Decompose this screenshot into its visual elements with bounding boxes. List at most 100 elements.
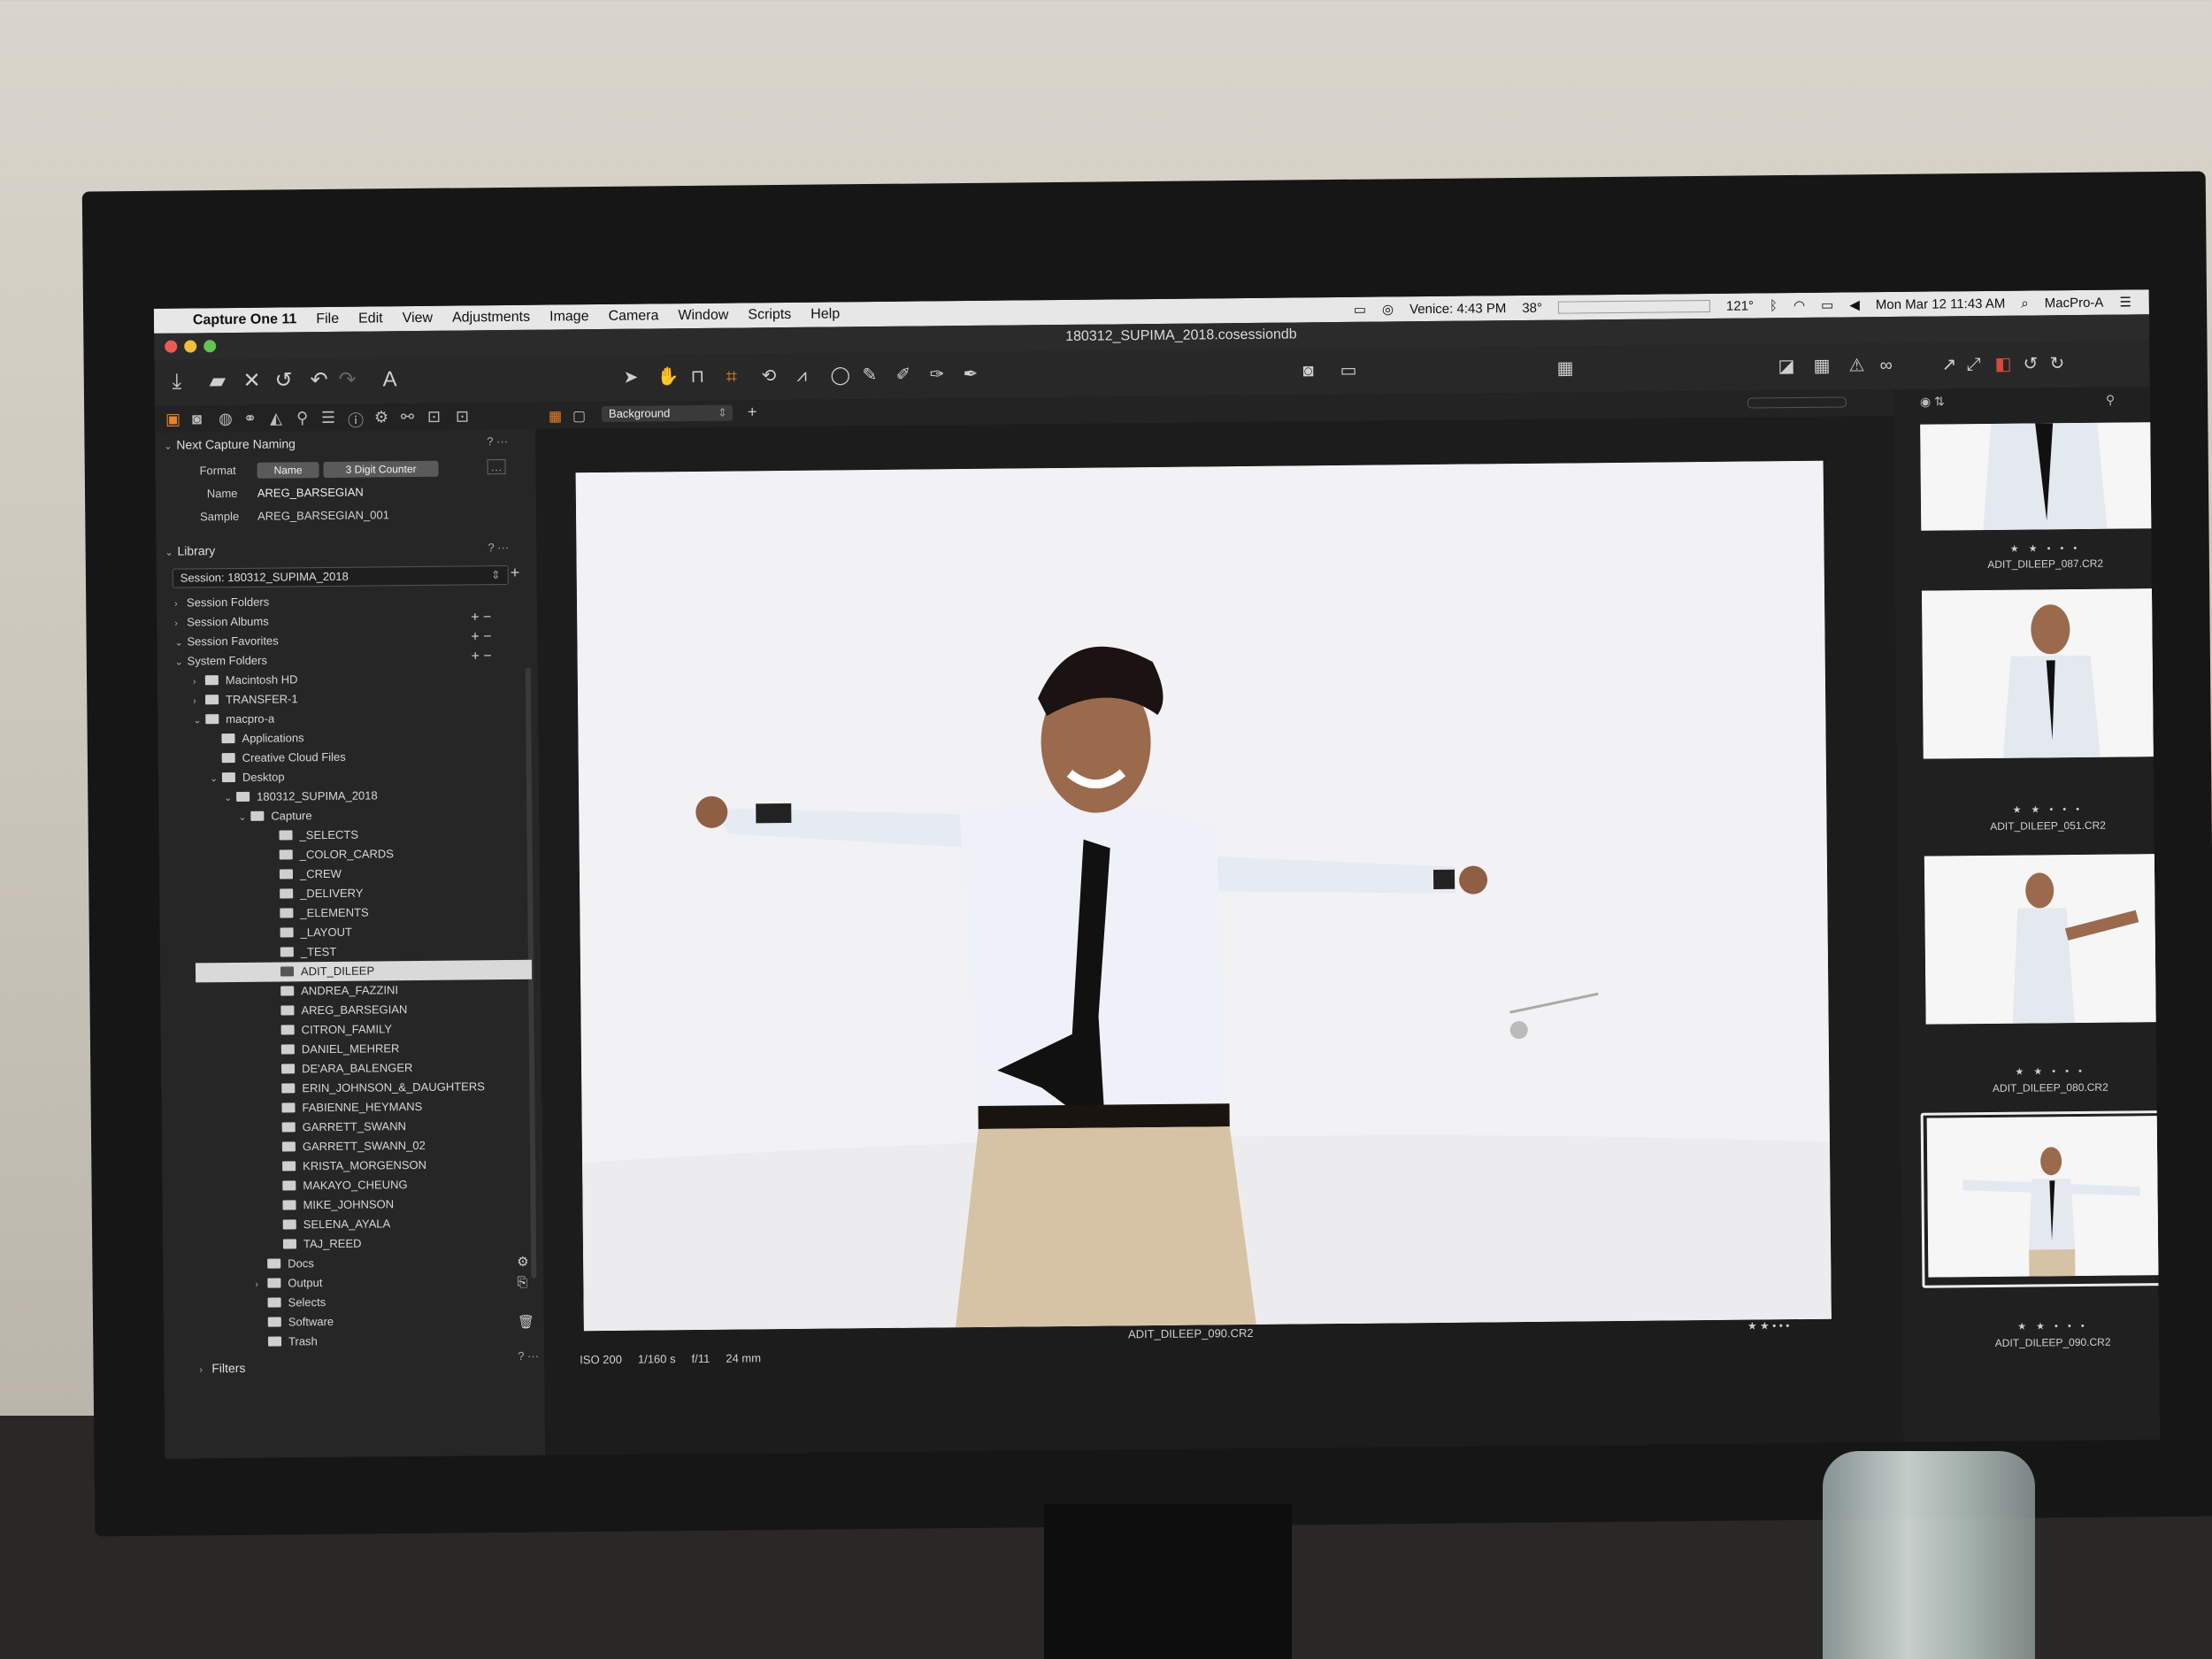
format-edit-button[interactable]: … [487,459,506,475]
annotate-tool-icon[interactable]: ✒ [963,363,978,386]
main-photo[interactable] [575,460,1832,1332]
airplay-icon[interactable]: ▭ [1821,297,1833,313]
menu-image[interactable]: Image [549,309,589,325]
capture-naming-header[interactable]: ⌄ Next Capture Naming [164,436,296,451]
tree-capture-folder[interactable]: GARRETT_SWANN_02 [281,1136,426,1157]
browser-visibility-icon[interactable]: ◉ ⇅ [1920,394,1945,409]
add-session-icon[interactable]: + [511,564,520,582]
creative-cloud-icon[interactable]: ◎ [1382,301,1394,317]
batch-tab-icon[interactable]: ⚯ [401,408,414,426]
select-tool-icon[interactable]: ➤ [623,366,638,389]
tree-capture-folder[interactable]: SELENA_AYALA [282,1214,391,1234]
clock[interactable]: Mon Mar 12 11:43 AM [1876,296,2006,311]
tree-creative-cloud[interactable]: Creative Cloud Files [221,748,346,768]
filters-help-icon[interactable]: ? ··· [518,1349,539,1363]
crop-tool-icon[interactable]: ⌗ [726,365,737,388]
tree-session-folder[interactable]: ⌄ 180312_SUPIMA_2018 [224,786,378,807]
name-field[interactable]: AREG_BARSEGIAN [257,486,364,500]
undo-icon[interactable]: ↶ [310,368,327,392]
add-system-folder-icon[interactable]: + − [472,649,492,664]
thumbnail-1-rating[interactable]: ★ ★ • • • [1921,541,2160,556]
tree-capture-folder[interactable]: ANDREA_FAZZINI [280,980,398,1001]
sync-icon[interactable]: ↺ [274,368,292,392]
notification-icon[interactable]: ☰ [2119,294,2131,310]
app-menu[interactable]: Capture One 11 [193,311,297,328]
tree-capture-folder[interactable]: _COLOR_CARDS [279,844,394,864]
tree-transfer[interactable]: › TRANSFER-1 [193,689,298,710]
keystone-tool-icon[interactable]: ⩘ [796,365,807,388]
warning-icon[interactable]: ⚠ [1848,354,1864,377]
tree-capture-folder[interactable]: MAKAYO_CHEUNG [282,1175,408,1195]
details-tab-icon[interactable]: ⚲ [296,409,308,427]
close-window-icon[interactable] [165,340,178,353]
rotate-tool-icon[interactable]: ⟲ [761,365,776,388]
tree-output[interactable]: › Output [255,1273,322,1294]
custom-tab-1-icon[interactable]: ⊡ [427,408,441,426]
rotate-right-icon[interactable]: ↻ [2049,352,2064,375]
menu-file[interactable]: File [316,311,339,327]
session-select[interactable]: Session: 180312_SUPIMA_2018 ⇕ [172,565,509,588]
reset-icon[interactable]: ◧ [1994,353,2011,376]
tree-capture-folder[interactable]: ADIT_DILEEP [195,959,533,983]
thumbnail-1[interactable] [1920,422,2161,531]
camera-capture-icon[interactable]: ◙ [1302,359,1313,382]
session-folders-group[interactable]: › Session Folders [174,593,269,613]
folder-settings-icon[interactable]: ⚙ [517,1254,529,1270]
brush-tool-icon[interactable]: ✐ [895,364,910,387]
import-icon[interactable]: ⤓ [172,370,181,394]
tree-trash[interactable]: Trash [267,1332,318,1352]
user-menu[interactable]: MacPro-A [2045,295,2104,311]
tree-selects[interactable]: Selects [267,1293,326,1313]
thumbnail-2-rating[interactable]: ★ ★ • • • [1924,803,2160,817]
thumbnail-size-slider[interactable] [1747,396,1847,409]
bluetooth-icon[interactable]: ᛒ [1770,298,1778,313]
pan-tool-icon[interactable]: ✋ [657,365,679,388]
tree-capture-folder[interactable]: DE'ARA_BALENGER [281,1058,413,1079]
add-style-icon[interactable]: + [748,403,757,421]
weather-readout[interactable]: 38° [1522,300,1542,315]
filters-header[interactable]: › Filters [199,1361,245,1375]
temperature-readout[interactable]: 121° [1726,298,1754,313]
live-view-icon[interactable]: ▭ [1340,359,1356,382]
menu-adjustments[interactable]: Adjustments [452,310,530,326]
text-tool-icon[interactable]: A [382,367,396,391]
grid-icon[interactable]: ▦ [1813,355,1830,378]
tree-capture-folder[interactable]: FABIENNE_HEYMANS [281,1097,422,1118]
zoom-window-icon[interactable] [204,340,217,353]
apply-adjustments-icon[interactable]: ⤢ [1966,353,1980,376]
tree-capture[interactable]: ⌄ Capture [238,806,311,826]
capture-folder-icon[interactable]: ▰ [209,369,226,393]
metadata-tab-icon[interactable]: ⓘ [348,409,364,432]
wifi-icon[interactable]: ◠ [1793,297,1805,313]
menu-window[interactable]: Window [678,308,728,325]
tree-capture-folder[interactable]: TAJ_REED [282,1234,362,1255]
picker-tool-icon[interactable]: ✎ [862,364,877,387]
tree-capture-folder[interactable]: _TEST [280,942,337,963]
capture-naming-help-icon[interactable]: ? ··· [487,434,508,448]
output-tab-icon[interactable]: ⚙ [374,408,388,426]
menu-edit[interactable]: Edit [358,311,383,326]
display-icon[interactable]: ▭ [1354,302,1366,318]
exposure-tab-icon[interactable]: ◭ [270,409,282,427]
tree-docs[interactable]: Docs [267,1254,314,1274]
session-albums-group[interactable]: › Session Albums [174,612,269,633]
minimize-window-icon[interactable] [184,340,197,353]
menu-help[interactable]: Help [810,306,840,322]
menu-view[interactable]: View [403,311,434,326]
loupe-tool-icon[interactable]: ⊓ [690,365,704,388]
tree-capture-folder[interactable]: DANIEL_MEHRER [280,1039,400,1059]
library-tab-icon[interactable]: ▣ [165,411,180,429]
grid-view-icon[interactable]: ▦ [549,407,562,425]
eraser-tool-icon[interactable]: ✑ [929,363,944,386]
single-view-icon[interactable]: ▢ [572,407,586,425]
redo-icon[interactable]: ↷ [338,368,356,392]
tree-desktop[interactable]: ⌄ Desktop [210,767,285,787]
thumbnail-3[interactable] [1924,853,2161,1025]
add-favorite-icon[interactable]: + − [471,629,491,645]
spotlight-icon[interactable]: ⌕ [2021,296,2029,311]
proof-icon[interactable]: ∞ [1879,354,1893,377]
thumbnail-3-rating[interactable]: ★ ★ • • • [1926,1064,2160,1079]
library-header[interactable]: ⌄ Library [165,543,215,558]
tree-capture-folder[interactable]: MIKE_JOHNSON [282,1194,394,1215]
capture-tab-icon[interactable]: ◙ [192,410,202,428]
